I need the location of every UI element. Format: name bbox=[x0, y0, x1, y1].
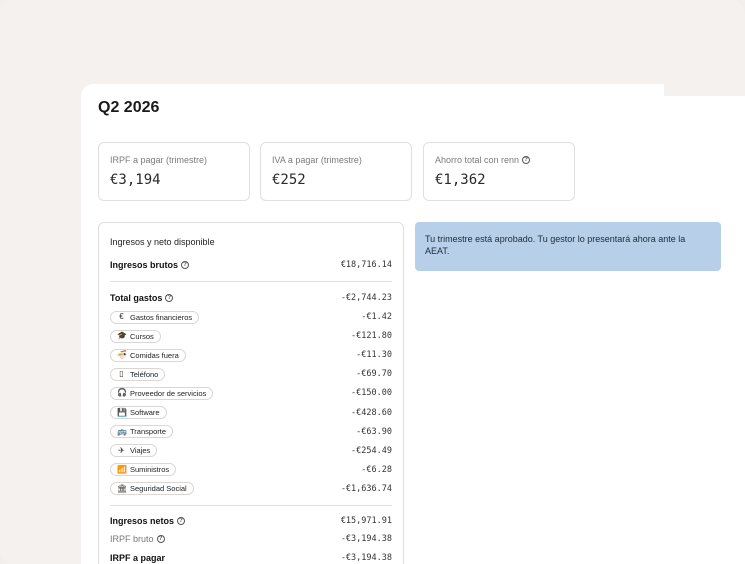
bank-icon: 🏛 bbox=[117, 483, 128, 493]
expense-category-chip[interactable]: 💾 Software bbox=[110, 406, 167, 419]
expense-category-label: Cursos bbox=[130, 331, 154, 341]
card-notch bbox=[664, 84, 745, 96]
breakdown-heading: Ingresos y neto disponible bbox=[110, 237, 215, 247]
stat-label: IVA a pagar (trimestre) bbox=[272, 155, 362, 165]
expense-category-label: Teléfono bbox=[130, 369, 159, 379]
plane-icon: ✈ bbox=[118, 445, 125, 455]
stat-card-savings: Ahorro total con renn ? €1,362 bbox=[423, 142, 575, 201]
help-icon[interactable]: ? bbox=[177, 517, 186, 525]
stat-value: €252 bbox=[272, 172, 306, 188]
expense-row: 🎧 Proveedor de servicios -€150.00 bbox=[110, 386, 392, 400]
expense-category-chip[interactable]: ✈ Viajes bbox=[110, 444, 158, 458]
wifi-icon: 📶 bbox=[117, 464, 127, 474]
expense-category-label: Suministros bbox=[130, 465, 170, 475]
stat-label: Ahorro total con renn bbox=[435, 155, 520, 165]
gross-income-row: Ingresos brutos ? €18,716.14 bbox=[110, 258, 392, 272]
expense-category-label: Proveedor de servicios bbox=[130, 388, 207, 398]
expense-row: 🎓 Cursos -€121.80 bbox=[110, 329, 392, 343]
total-expenses-value: -€2,744.23 bbox=[340, 293, 392, 303]
gross-income-label: Ingresos brutos bbox=[110, 260, 179, 270]
income-breakdown-panel: Ingresos y neto disponible Ingresos brut… bbox=[98, 222, 404, 564]
expense-value: -€6.28 bbox=[361, 464, 392, 475]
expense-value: -€11.30 bbox=[356, 350, 392, 361]
expense-category-label: Software bbox=[130, 408, 160, 417]
irpf-pay-label: IRPF a pagar bbox=[110, 553, 166, 563]
expense-category-chip[interactable]: 🚌 Transporte bbox=[110, 425, 173, 439]
net-income-label: Ingresos netos bbox=[110, 516, 175, 526]
expense-category-label: Transporte bbox=[130, 427, 166, 437]
help-icon[interactable]: ? bbox=[181, 261, 190, 269]
stat-card-iva: IVA a pagar (trimestre) €252 bbox=[260, 142, 412, 201]
save-disk-icon: 💾 bbox=[117, 407, 127, 417]
stat-card-irpf: IRPF a pagar (trimestre) €3,194 bbox=[98, 142, 250, 201]
stat-value: €1,362 bbox=[435, 172, 486, 188]
expense-value: -€121.80 bbox=[351, 331, 392, 342]
expense-row: 💾 Software -€428.60 bbox=[110, 406, 392, 420]
net-income-row: Ingresos netos ? €15,971.91 bbox=[110, 514, 392, 528]
headset-icon: 🎧 bbox=[117, 388, 127, 398]
net-income-value: €15,971.91 bbox=[340, 516, 392, 526]
expense-value: -€150.00 bbox=[351, 388, 392, 399]
expense-value: -€428.60 bbox=[351, 407, 392, 418]
expense-category-chip[interactable]: ▯ Teléfono bbox=[110, 367, 166, 381]
expense-row: 🍜 Comidas fuera -€11.30 bbox=[110, 348, 392, 362]
breakdown-heading-row: Ingresos y neto disponible bbox=[110, 235, 392, 249]
irpf-gross-row: IRPF bruto ? -€3,194.38 bbox=[110, 532, 392, 546]
expense-category-chip[interactable]: € Gastos financieros bbox=[110, 310, 200, 324]
expense-value: -€69.70 bbox=[356, 369, 392, 380]
food-bowl-icon: 🍜 bbox=[117, 350, 127, 360]
expense-category-chip[interactable]: 📶 Suministros bbox=[110, 463, 177, 477]
irpf-gross-value: -€3,194.38 bbox=[340, 534, 392, 544]
approval-notice: Tu trimestre está aprobado. Tu gestor lo… bbox=[415, 222, 721, 271]
expense-row: 🏛 Seguridad Social -€1,636.74 bbox=[110, 482, 392, 496]
expense-row: € Gastos financieros -€1.42 bbox=[110, 310, 392, 324]
bus-icon: 🚌 bbox=[117, 426, 127, 436]
expense-row: 🚌 Transporte -€63.90 bbox=[110, 425, 392, 439]
card-extension bbox=[664, 96, 728, 564]
expense-category-chip[interactable]: 🍜 Comidas fuera bbox=[110, 348, 186, 362]
page-title: Q2 2026 bbox=[98, 99, 160, 116]
divider bbox=[110, 281, 392, 282]
expense-value: -€1.42 bbox=[361, 312, 392, 322]
expense-category-chip[interactable]: 🎓 Cursos bbox=[110, 329, 161, 343]
help-icon[interactable]: ? bbox=[522, 156, 531, 164]
gross-income-value: €18,716.14 bbox=[340, 260, 392, 270]
expense-row: 📶 Suministros -€6.28 bbox=[110, 463, 392, 477]
expense-category-chip[interactable]: 🏛 Seguridad Social bbox=[110, 482, 194, 496]
total-expenses-label: Total gastos bbox=[110, 293, 163, 303]
divider bbox=[110, 505, 392, 506]
expense-value: -€254.49 bbox=[351, 445, 392, 456]
expense-row: ▯ Teléfono -€69.70 bbox=[110, 367, 392, 381]
expense-category-label: Gastos financieros bbox=[130, 312, 193, 322]
euro-icon: € bbox=[119, 312, 124, 321]
expense-value: -€1,636.74 bbox=[340, 483, 392, 494]
expense-value: -€63.90 bbox=[356, 426, 392, 437]
expense-row: ✈ Viajes -€254.49 bbox=[110, 444, 392, 458]
expense-category-label: Viajes bbox=[130, 446, 151, 456]
total-expenses-row: Total gastos ? -€2,744.23 bbox=[110, 291, 392, 305]
irpf-gross-label: IRPF bruto bbox=[110, 534, 154, 544]
expense-category-label: Comidas fuera bbox=[130, 350, 179, 360]
irpf-pay-row: IRPF a pagar -€3,194.38 bbox=[110, 551, 392, 564]
phone-icon: ▯ bbox=[119, 369, 124, 379]
expense-category-label: Seguridad Social bbox=[130, 484, 187, 494]
irpf-pay-value: -€3,194.38 bbox=[340, 553, 392, 563]
stat-label: IRPF a pagar (trimestre) bbox=[110, 155, 208, 165]
expense-category-chip[interactable]: 🎧 Proveedor de servicios bbox=[110, 386, 214, 400]
stat-value: €3,194 bbox=[110, 172, 161, 188]
help-icon[interactable]: ? bbox=[165, 294, 174, 302]
graduation-cap-icon: 🎓 bbox=[117, 331, 127, 341]
help-icon[interactable]: ? bbox=[156, 535, 165, 543]
